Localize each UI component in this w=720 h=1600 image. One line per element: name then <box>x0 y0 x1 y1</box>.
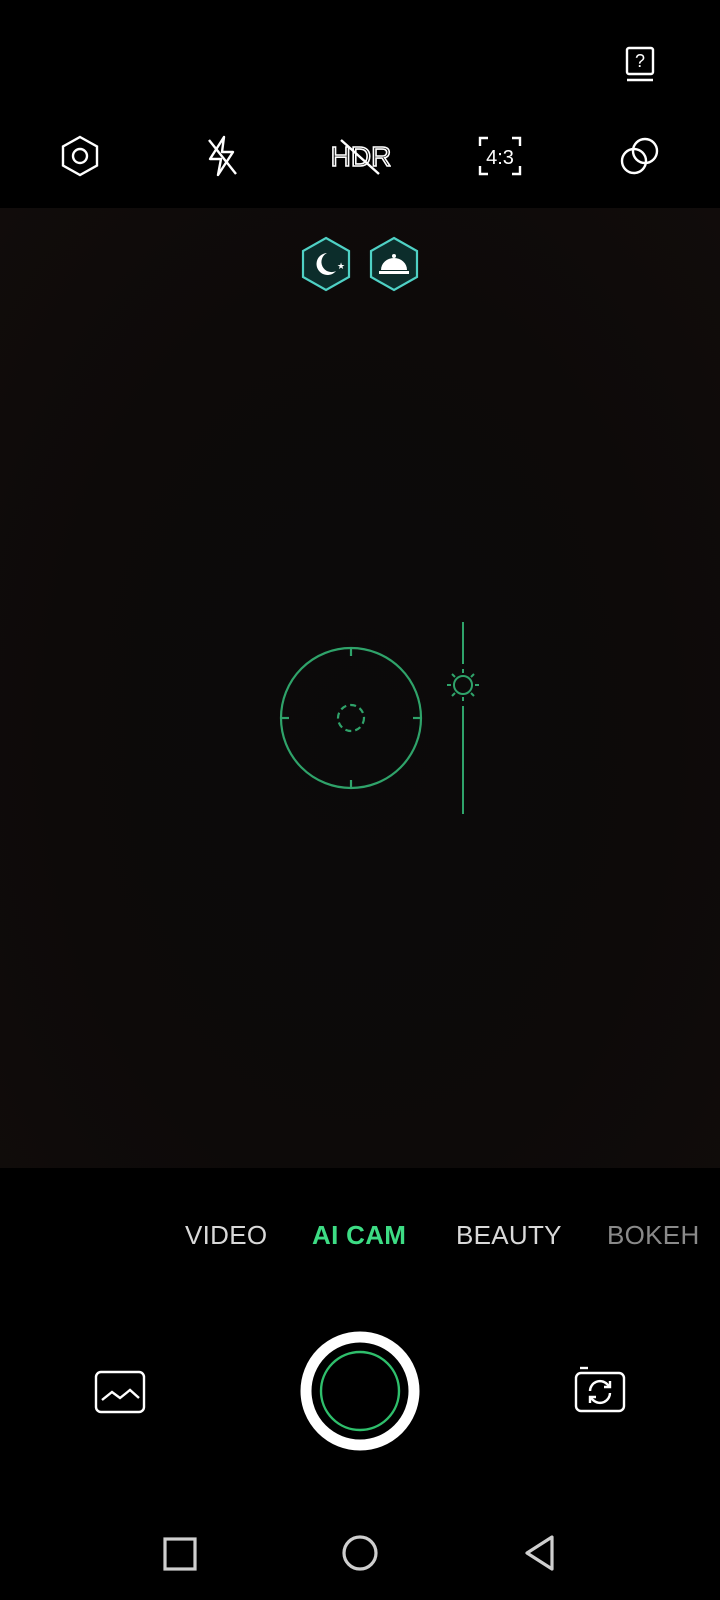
shutter-button[interactable] <box>299 1330 421 1452</box>
flash-off-icon[interactable] <box>198 132 246 180</box>
home-circle-icon[interactable] <box>339 1532 381 1574</box>
hdr-off-icon[interactable]: HDR <box>330 132 392 180</box>
night-moon-icon[interactable]: ★ <box>299 236 353 292</box>
focus-reticle-icon <box>278 645 424 791</box>
mode-video[interactable]: VIDEO <box>185 1220 267 1251</box>
switch-camera-icon[interactable] <box>572 1362 628 1418</box>
gallery-thumbnail-icon[interactable] <box>92 1368 148 1416</box>
mode-ai-cam[interactable]: AI CAM <box>312 1220 406 1251</box>
mode-beauty[interactable]: BEAUTY <box>456 1220 562 1251</box>
sun-exposure-icon <box>447 669 479 701</box>
filter-circles-icon[interactable] <box>614 132 666 180</box>
ratio-label: 4:3 <box>486 147 514 169</box>
recents-square-icon[interactable] <box>160 1534 200 1574</box>
settings-hexagon-icon[interactable] <box>56 132 104 180</box>
aspect-ratio-icon[interactable]: 4:3 <box>474 132 526 180</box>
exposure-slider[interactable] <box>445 622 481 814</box>
help-book-icon[interactable]: ? <box>616 42 664 86</box>
svg-text:★: ★ <box>337 262 345 272</box>
food-cloche-icon[interactable] <box>367 236 421 292</box>
mode-bokeh[interactable]: BOKEH <box>607 1220 700 1251</box>
svg-text:?: ? <box>635 51 645 71</box>
back-triangle-icon[interactable] <box>520 1532 562 1574</box>
